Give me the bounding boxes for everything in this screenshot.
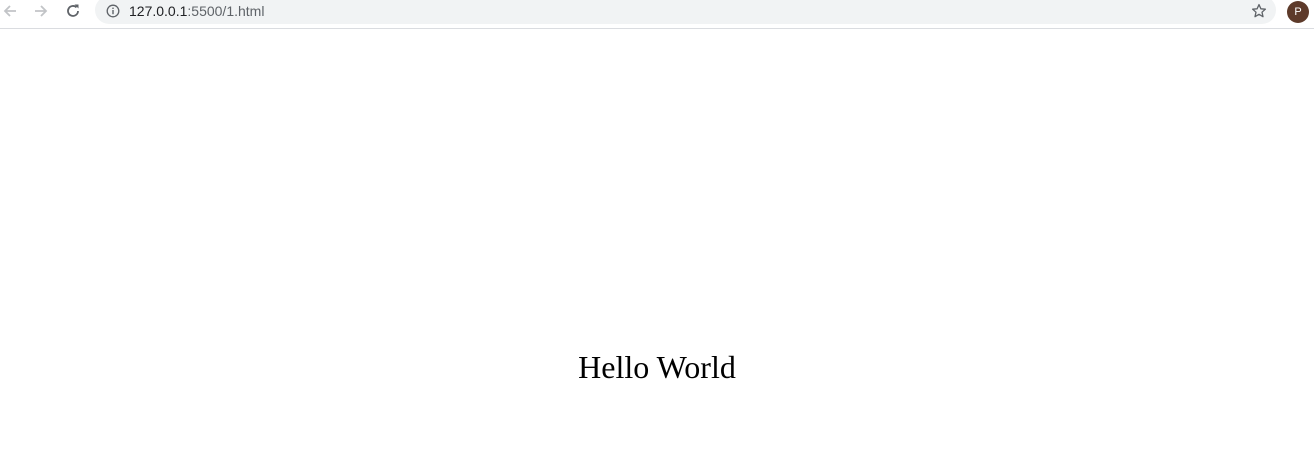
url-host: 127.0.0.1: [129, 3, 188, 19]
arrow-right-icon: [33, 3, 49, 19]
url-path: :5500/1.html: [187, 3, 265, 19]
profile-avatar[interactable]: P: [1287, 1, 1309, 23]
page-heading: Hello World: [578, 349, 736, 385]
arrow-left-icon: [2, 3, 18, 19]
forward-button[interactable]: [31, 1, 51, 21]
address-bar[interactable]: 127.0.0.1:5500/1.html: [95, 0, 1276, 24]
url-text[interactable]: 127.0.0.1:5500/1.html: [129, 3, 264, 19]
page-viewport: Hello World: [0, 30, 1314, 452]
reload-icon: [65, 3, 81, 19]
browser-toolbar: 127.0.0.1:5500/1.html P: [0, 0, 1314, 29]
back-button[interactable]: [0, 1, 20, 21]
reload-button[interactable]: [63, 1, 83, 21]
star-icon[interactable]: [1250, 2, 1268, 20]
info-icon[interactable]: [106, 4, 120, 18]
